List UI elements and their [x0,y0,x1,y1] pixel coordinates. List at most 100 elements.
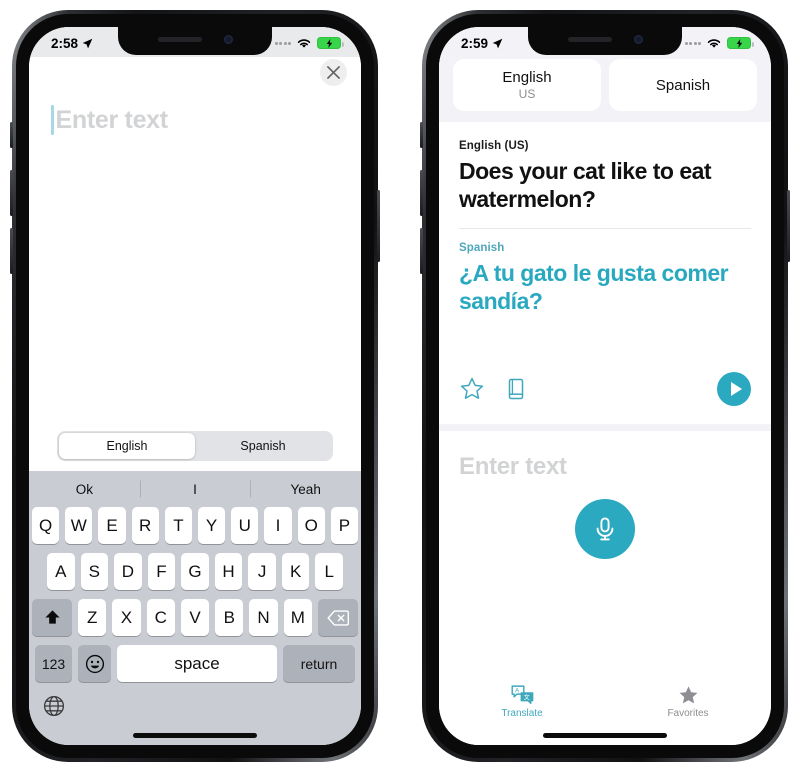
volume-up-button-right[interactable] [420,170,423,216]
source-language-button[interactable]: English US [453,59,601,111]
front-camera [223,35,233,44]
source-result-label: English (US) [459,140,529,152]
suggestion-3[interactable]: Yeah [250,482,361,497]
key-h[interactable]: H [214,553,243,590]
status-right-group-right [684,35,754,49]
key-z[interactable]: Z [78,599,107,636]
key-i[interactable]: I [264,507,292,544]
play-audio-button[interactable] [717,372,751,406]
text-caret [51,105,54,135]
suggestion-2[interactable]: I [140,482,251,497]
key-p[interactable]: P [330,507,359,544]
backspace-key[interactable] [317,599,358,636]
tab-favorites[interactable]: Favorites [605,685,771,719]
text-input-placeholder: Enter text [55,105,169,134]
keyboard-row-1: Q W E R T Y U I O P [31,507,359,544]
key-d[interactable]: D [114,553,142,590]
key-l[interactable]: L [315,553,344,590]
microphone-button[interactable] [575,499,635,559]
target-result-text: ¿A tu gato le gusta comer sandía? [459,260,729,315]
key-f[interactable]: F [147,553,176,590]
globe-icon[interactable] [43,695,65,717]
right-phone-bezel: 2:59 English US Spanish English (US) Doe… [426,14,784,758]
right-phone-screen: 2:59 English US Spanish English (US) Doe… [439,27,771,745]
on-screen-keyboard: Ok I Yeah Q W E R T Y U I O P A S D F G … [29,471,361,745]
status-right-group [274,35,344,49]
suggestion-bar: Ok I Yeah [29,471,361,507]
keyboard-row-2: A S D F G H J K L [32,553,358,590]
key-y[interactable]: Y [198,507,226,544]
silent-switch-right[interactable] [420,122,423,148]
power-button-right[interactable] [787,190,790,262]
left-phone-device: 2:58 Enter text English Spanish Ok I Yea… [10,10,380,762]
silent-switch[interactable] [10,122,13,148]
key-n[interactable]: N [249,599,278,636]
key-v[interactable]: V [180,599,210,636]
microphone-icon [596,517,614,541]
battery-charging-icon [727,37,754,49]
text-input-placeholder-row[interactable]: Enter text [51,105,168,135]
volume-down-button-right[interactable] [420,228,423,274]
key-c[interactable]: C [146,599,175,636]
source-language-region: US [518,87,536,101]
key-m[interactable]: M [283,599,312,636]
source-result-text: Does your cat like to eat watermelon? [459,158,712,213]
right-home-indicator[interactable] [543,733,667,738]
numbers-key[interactable]: 123 [35,645,72,682]
language-segmented-control[interactable]: English Spanish [57,431,333,461]
source-language-name: English [502,69,552,86]
result-divider [459,228,751,230]
key-r[interactable]: R [131,507,159,544]
backspace-icon [327,609,349,626]
space-key[interactable]: space [117,645,277,682]
earpiece-speaker [157,37,202,42]
left-phone-bezel: 2:58 Enter text English Spanish Ok I Yea… [16,14,374,758]
key-s[interactable]: S [80,553,109,590]
keyboard-bottom-row [29,691,361,735]
text-input-card: Enter text A 文 Translate Favorites [439,431,771,745]
target-language-button[interactable]: Spanish [609,59,757,111]
key-g[interactable]: G [181,553,209,590]
segment-english[interactable]: English [59,433,195,459]
key-k[interactable]: K [281,553,310,590]
front-camera-right [633,35,643,44]
close-x-icon [327,66,340,79]
location-arrow-icon [82,38,93,48]
key-o[interactable]: O [297,507,325,544]
key-a[interactable]: A [46,553,75,590]
svg-text:A: A [515,687,520,694]
key-t[interactable]: T [164,507,192,544]
language-segmented-control-wrap: English Spanish [29,431,361,471]
key-x[interactable]: X [112,599,141,636]
status-time-right: 2:59 [461,35,489,51]
star-outline-icon[interactable] [459,376,485,402]
target-language-name: Spanish [655,76,711,94]
left-text-entry-area: Enter text [29,27,361,431]
key-u[interactable]: U [231,507,259,544]
key-q[interactable]: Q [31,507,60,544]
key-w[interactable]: W [65,507,93,544]
volume-down-button[interactable] [10,228,13,274]
close-icon[interactable] [320,59,347,86]
shift-arrow-icon [44,610,60,624]
status-left-group: 2:58 [51,34,93,51]
location-arrow-icon [492,38,503,48]
cellular-dots-icon [684,41,701,45]
shift-key[interactable] [32,599,73,636]
tab-translate[interactable]: A 文 Translate [439,685,605,719]
tab-favorites-label: Favorites [667,708,709,719]
emoji-key[interactable] [78,645,111,682]
power-button[interactable] [377,190,380,262]
suggestion-1[interactable]: Ok [29,482,140,497]
key-j[interactable]: J [248,553,276,590]
dictionary-book-icon[interactable] [503,376,529,402]
key-b[interactable]: B [215,599,244,636]
left-home-indicator[interactable] [133,733,257,738]
wifi-icon [297,39,311,48]
volume-up-button[interactable] [10,170,13,216]
return-key[interactable]: return [283,645,355,682]
right-text-input-placeholder[interactable]: Enter text [459,453,567,481]
segment-spanish[interactable]: Spanish [195,433,331,459]
right-phone-device: 2:59 English US Spanish English (US) Doe… [420,10,790,762]
key-e[interactable]: E [98,507,126,544]
